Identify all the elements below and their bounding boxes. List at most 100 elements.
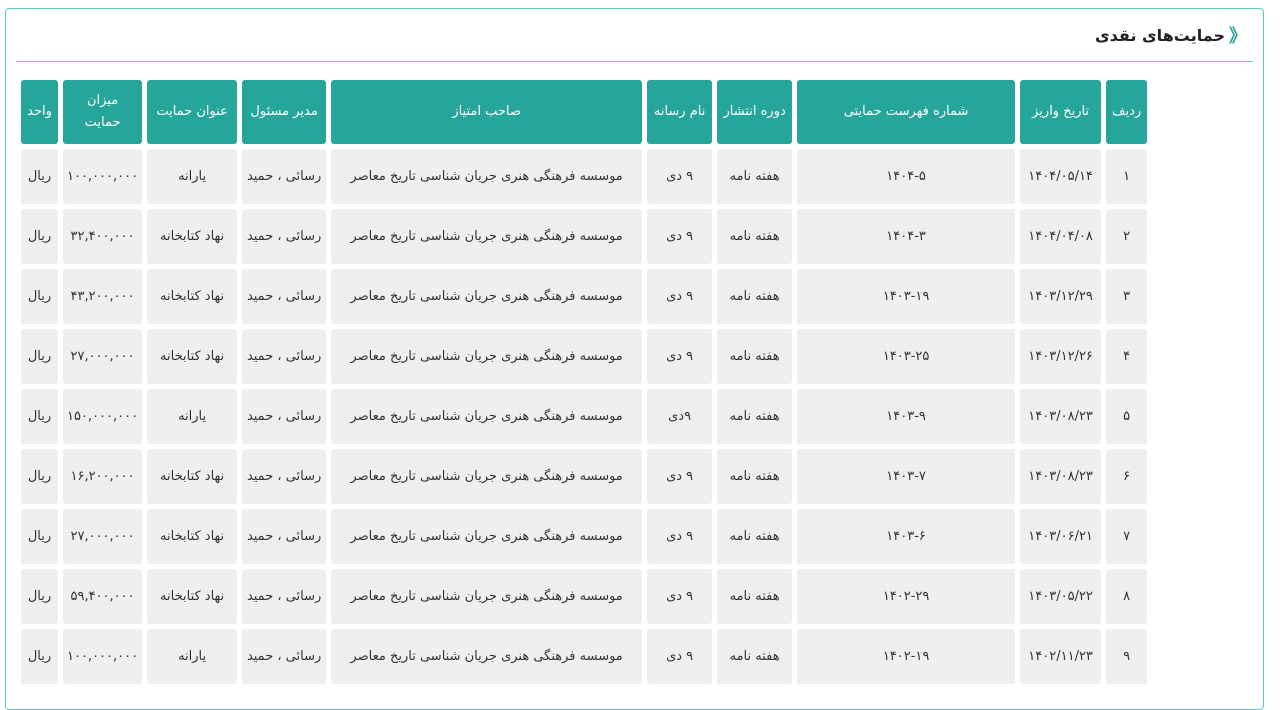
support-list-number-cell: ۱۴۰۲-۲۹ <box>797 569 1016 624</box>
licensee-cell: موسسه فرهنگی هنری جریان شناسی تاریخ معاص… <box>331 509 643 564</box>
publication-period-cell: هفته نامه <box>717 269 793 324</box>
support-list-number-cell: ۱۴۰۴-۳ <box>797 209 1016 264</box>
column-header-support-amount[interactable]: میزان حمایت <box>63 80 143 144</box>
support-list-number-cell: ۱۴۰۳-۹ <box>797 389 1016 444</box>
payment-date-cell: ۱۴۰۳/۰۵/۲۲ <box>1020 569 1102 624</box>
table-row: ۳ ۱۴۰۳/۱۲/۲۹ ۱۴۰۳-۱۹ هفته نامه ۹ دی موسسه فره… <box>21 269 1148 324</box>
unit-cell: ریال <box>21 209 58 264</box>
licensee-cell: موسسه فرهنگی هنری جریان شناسی تاریخ معاص… <box>331 569 643 624</box>
row-number-cell: ۳ <box>1106 269 1148 324</box>
managing-director-cell: رسائی ، حمید <box>242 269 327 324</box>
licensee-cell: موسسه فرهنگی هنری جریان شناسی تاریخ معاص… <box>331 629 643 684</box>
cash-support-panel: 《 حمایت‌های نقدی ردیف تاریخ واریز شماره … <box>5 8 1264 710</box>
payment-date-cell: ۱۴۰۴/۰۵/۱۴ <box>1020 149 1102 204</box>
payment-date-cell: ۱۴۰۴/۰۴/۰۸ <box>1020 209 1102 264</box>
column-header-media-name[interactable]: نام رسانه <box>647 80 713 144</box>
support-list-number-cell: ۱۴۰۳-۲۵ <box>797 329 1016 384</box>
double-chevron-icon: 《 <box>1229 26 1247 47</box>
column-header-support-list-number[interactable]: شماره فهرست حمایتی <box>797 80 1016 144</box>
licensee-cell: موسسه فرهنگی هنری جریان شناسی تاریخ معاص… <box>331 449 643 504</box>
row-number-cell: ۸ <box>1106 569 1148 624</box>
publication-period-cell: هفته نامه <box>717 509 793 564</box>
support-amount-cell: ۲۷,۰۰۰,۰۰۰ <box>63 509 143 564</box>
column-header-managing-director[interactable]: مدیر مسئول <box>242 80 327 144</box>
publication-period-cell: هفته نامه <box>717 209 793 264</box>
table-row: ۲ ۱۴۰۴/۰۴/۰۸ ۱۴۰۴-۳ هفته نامه ۹ دی موسسه فرهن… <box>21 209 1148 264</box>
managing-director-cell: رسائی ، حمید <box>242 149 327 204</box>
support-title-cell: نهاد کتابخانه <box>147 209 238 264</box>
managing-director-cell: رسائی ، حمید <box>242 629 327 684</box>
payment-date-cell: ۱۴۰۳/۰۶/۲۱ <box>1020 509 1102 564</box>
payment-date-cell: ۱۴۰۳/۰۸/۲۳ <box>1020 449 1102 504</box>
media-name-cell: ۹ دی <box>647 269 713 324</box>
support-amount-cell: ۳۲,۴۰۰,۰۰۰ <box>63 209 143 264</box>
row-number-cell: ۲ <box>1106 209 1148 264</box>
column-header-unit[interactable]: واحد <box>21 80 58 144</box>
panel-header: 《 حمایت‌های نقدی <box>16 9 1253 62</box>
row-number-cell: ۷ <box>1106 509 1148 564</box>
managing-director-cell: رسائی ، حمید <box>242 389 327 444</box>
table-row: ۸ ۱۴۰۳/۰۵/۲۲ ۱۴۰۲-۲۹ هفته نامه ۹ دی موسسه فره… <box>21 569 1148 624</box>
column-header-row-number[interactable]: ردیف <box>1106 80 1148 144</box>
unit-cell: ریال <box>21 269 58 324</box>
support-title-cell: نهاد کتابخانه <box>147 329 238 384</box>
support-amount-cell: ۱۰۰,۰۰۰,۰۰۰ <box>63 629 143 684</box>
publication-period-cell: هفته نامه <box>717 389 793 444</box>
licensee-cell: موسسه فرهنگی هنری جریان شناسی تاریخ معاص… <box>331 209 643 264</box>
unit-cell: ریال <box>21 449 58 504</box>
support-amount-cell: ۵۹,۴۰۰,۰۰۰ <box>63 569 143 624</box>
managing-director-cell: رسائی ، حمید <box>242 209 327 264</box>
support-list-number-cell: ۱۴۰۳-۱۹ <box>797 269 1016 324</box>
media-name-cell: ۹دی <box>647 389 713 444</box>
managing-director-cell: رسائی ، حمید <box>242 449 327 504</box>
column-header-support-title[interactable]: عنوان حمایت <box>147 80 238 144</box>
row-number-cell: ۵ <box>1106 389 1148 444</box>
payment-date-cell: ۱۴۰۳/۰۸/۲۳ <box>1020 389 1102 444</box>
support-title-cell: نهاد کتابخانه <box>147 449 238 504</box>
media-name-cell: ۹ دی <box>647 329 713 384</box>
table-row: ۴ ۱۴۰۳/۱۲/۲۶ ۱۴۰۳-۲۵ هفته نامه ۹ دی موسسه فره… <box>21 329 1148 384</box>
support-amount-cell: ۲۷,۰۰۰,۰۰۰ <box>63 329 143 384</box>
support-amount-cell: ۱۰۰,۰۰۰,۰۰۰ <box>63 149 143 204</box>
row-number-cell: ۹ <box>1106 629 1148 684</box>
managing-director-cell: رسائی ، حمید <box>242 509 327 564</box>
licensee-cell: موسسه فرهنگی هنری جریان شناسی تاریخ معاص… <box>331 329 643 384</box>
publication-period-cell: هفته نامه <box>717 449 793 504</box>
support-title-cell: یارانه <box>147 389 238 444</box>
support-amount-cell: ۴۳,۲۰۰,۰۰۰ <box>63 269 143 324</box>
support-list-number-cell: ۱۴۰۴-۵ <box>797 149 1016 204</box>
table-header-row: ردیف تاریخ واریز شماره فهرست حمایتی دوره… <box>21 80 1148 144</box>
table-row: ۹ ۱۴۰۲/۱۱/۲۳ ۱۴۰۲-۱۹ هفته نامه ۹ دی موسسه فره… <box>21 629 1148 684</box>
publication-period-cell: هفته نامه <box>717 149 793 204</box>
table-row: ۱ ۱۴۰۴/۰۵/۱۴ ۱۴۰۴-۵ هفته نامه ۹ دی موسسه فرهن… <box>21 149 1148 204</box>
support-title-cell: نهاد کتابخانه <box>147 569 238 624</box>
support-title-cell: نهاد کتابخانه <box>147 269 238 324</box>
column-header-publication-period[interactable]: دوره انتشار <box>717 80 793 144</box>
media-name-cell: ۹ دی <box>647 569 713 624</box>
support-list-number-cell: ۱۴۰۳-۶ <box>797 509 1016 564</box>
support-title-cell: نهاد کتابخانه <box>147 509 238 564</box>
payment-date-cell: ۱۴۰۳/۱۲/۲۶ <box>1020 329 1102 384</box>
unit-cell: ریال <box>21 389 58 444</box>
payment-date-cell: ۱۴۰۳/۱۲/۲۹ <box>1020 269 1102 324</box>
support-list-number-cell: ۱۴۰۲-۱۹ <box>797 629 1016 684</box>
media-name-cell: ۹ دی <box>647 149 713 204</box>
licensee-cell: موسسه فرهنگی هنری جریان شناسی تاریخ معاص… <box>331 149 643 204</box>
table-row: ۵ ۱۴۰۳/۰۸/۲۳ ۱۴۰۳-۹ هفته نامه ۹دی موسسه فرهنگ… <box>21 389 1148 444</box>
support-title-cell: یارانه <box>147 629 238 684</box>
support-list-number-cell: ۱۴۰۳-۷ <box>797 449 1016 504</box>
column-header-licensee[interactable]: صاحب امتیاز <box>331 80 643 144</box>
media-name-cell: ۹ دی <box>647 449 713 504</box>
managing-director-cell: رسائی ، حمید <box>242 329 327 384</box>
support-amount-cell: ۱۵۰,۰۰۰,۰۰۰ <box>63 389 143 444</box>
row-number-cell: ۱ <box>1106 149 1148 204</box>
table-row: ۷ ۱۴۰۳/۰۶/۲۱ ۱۴۰۳-۶ هفته نامه ۹ دی موسسه فرهن… <box>21 509 1148 564</box>
table-row: ۶ ۱۴۰۳/۰۸/۲۳ ۱۴۰۳-۷ هفته نامه ۹ دی موسسه فرهن… <box>21 449 1148 504</box>
panel-title: 《 حمایت‌های نقدی <box>1095 22 1253 48</box>
unit-cell: ریال <box>21 509 58 564</box>
licensee-cell: موسسه فرهنگی هنری جریان شناسی تاریخ معاص… <box>331 389 643 444</box>
table-body: ۱ ۱۴۰۴/۰۵/۱۴ ۱۴۰۴-۵ هفته نامه ۹ دی موسسه فرهن… <box>21 149 1148 684</box>
publication-period-cell: هفته نامه <box>717 329 793 384</box>
column-header-payment-date[interactable]: تاریخ واریز <box>1020 80 1102 144</box>
media-name-cell: ۹ دی <box>647 509 713 564</box>
